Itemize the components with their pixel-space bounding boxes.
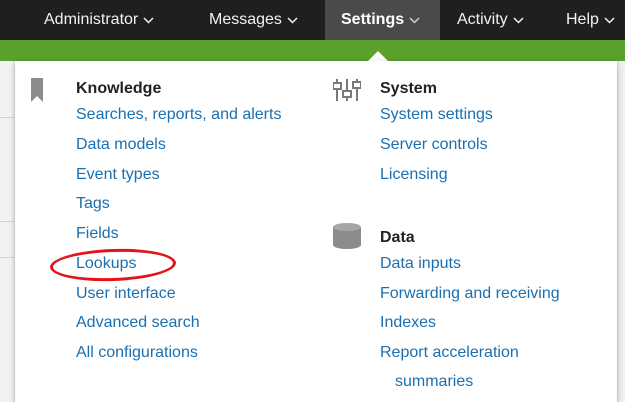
- nav-messages-label: Messages: [209, 11, 282, 29]
- background-page-right: [617, 61, 625, 402]
- settings-dropdown-menu: Knowledge Searches, reports, and alerts …: [15, 61, 617, 402]
- link-data-inputs[interactable]: Data inputs: [380, 255, 461, 273]
- chevron-down-icon: [513, 0, 524, 40]
- app-bar: [0, 40, 625, 61]
- top-navigation-bar: Administrator Messages Settings Activity…: [0, 0, 625, 40]
- database-icon: [333, 223, 361, 254]
- nav-activity-label: Activity: [457, 11, 508, 29]
- chevron-down-icon: [143, 0, 154, 40]
- link-all-configurations[interactable]: All configurations: [76, 344, 198, 362]
- link-licensing[interactable]: Licensing: [380, 166, 448, 184]
- divider: [0, 221, 14, 222]
- link-tags[interactable]: Tags: [76, 195, 110, 213]
- link-advanced-search[interactable]: Advanced search: [76, 314, 200, 332]
- link-indexes[interactable]: Indexes: [380, 314, 436, 332]
- link-data-models[interactable]: Data models: [76, 136, 166, 154]
- data-heading: Data: [380, 229, 415, 246]
- nav-messages[interactable]: Messages: [209, 0, 298, 40]
- chevron-down-icon: [604, 0, 615, 40]
- link-event-types[interactable]: Event types: [76, 166, 160, 184]
- knowledge-heading: Knowledge: [76, 80, 162, 97]
- dropdown-caret: [368, 51, 388, 61]
- system-heading: System: [380, 80, 437, 97]
- background-page-left: [0, 61, 15, 402]
- nav-help-label: Help: [566, 11, 599, 29]
- link-user-interface[interactable]: User interface: [76, 285, 176, 303]
- link-server-controls[interactable]: Server controls: [380, 136, 488, 154]
- divider: [0, 257, 14, 258]
- link-searches-reports-alerts[interactable]: Searches, reports, and alerts: [76, 106, 281, 124]
- chevron-down-icon: [287, 0, 298, 40]
- nav-settings-label: Settings: [341, 11, 405, 29]
- link-fields[interactable]: Fields: [76, 225, 119, 243]
- link-report-acceleration-summaries[interactable]: summaries: [395, 373, 473, 391]
- sliders-icon: [332, 79, 362, 106]
- chevron-down-icon: [409, 0, 420, 40]
- nav-activity[interactable]: Activity: [457, 0, 524, 40]
- link-report-acceleration[interactable]: Report acceleration: [380, 344, 519, 362]
- bookmark-icon: [31, 78, 43, 107]
- nav-settings[interactable]: Settings: [325, 0, 440, 40]
- link-system-settings[interactable]: System settings: [380, 106, 493, 124]
- nav-help[interactable]: Help: [566, 0, 615, 40]
- divider: [0, 117, 14, 118]
- nav-administrator[interactable]: Administrator: [44, 0, 154, 40]
- nav-administrator-label: Administrator: [44, 11, 139, 29]
- link-forwarding-receiving[interactable]: Forwarding and receiving: [380, 285, 560, 303]
